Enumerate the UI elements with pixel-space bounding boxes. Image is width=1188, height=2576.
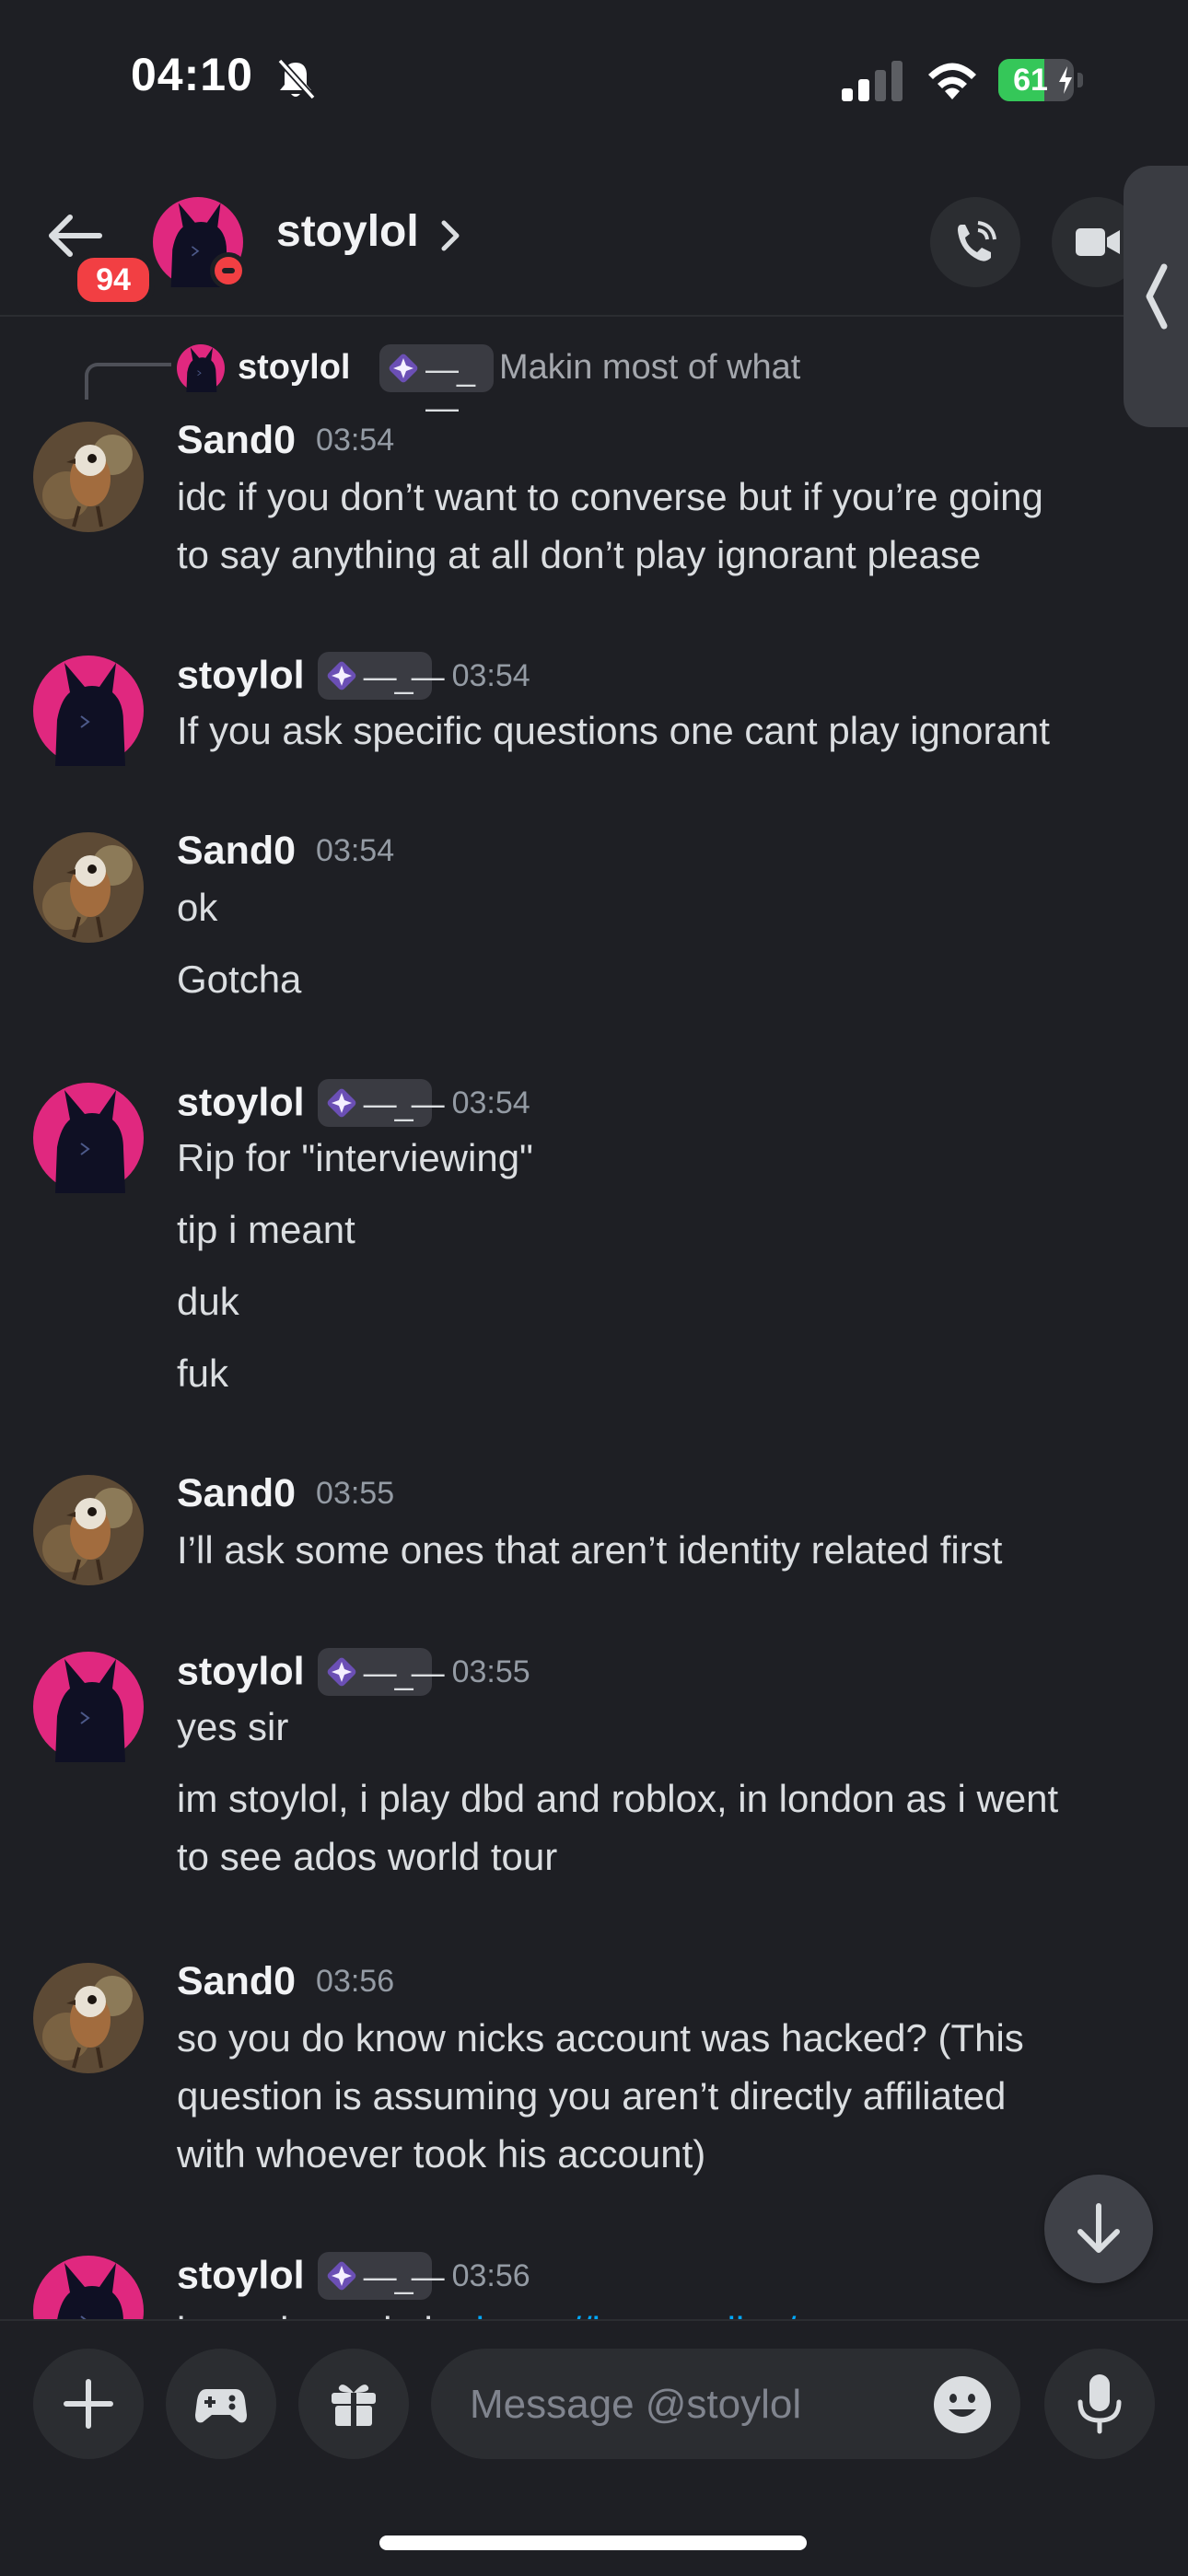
message-header: stoylol —_— 03:55 <box>177 1648 530 1703</box>
message-text: If you ask specific questions one cant p… <box>177 709 1050 752</box>
message-timestamp: 03:56 <box>316 1964 395 1999</box>
chevron-right-icon[interactable] <box>438 217 462 254</box>
voice-message-button[interactable] <box>1044 2349 1155 2459</box>
jump-to-latest-button[interactable] <box>1044 2175 1153 2283</box>
message-text: with whoever took his account) <box>177 2132 706 2176</box>
message-text: so you do know nicks account was hacked?… <box>177 2016 1024 2060</box>
gamepad-icon <box>195 2389 247 2423</box>
message-author[interactable]: stoylol <box>177 654 305 698</box>
message-text: to say anything at all don’t play ignora… <box>177 533 982 576</box>
server-tag[interactable]: —_— <box>317 2252 445 2300</box>
message-text: i use the website https://ircoverylinc/ <box>177 2302 1153 2319</box>
plus-icon <box>64 2379 113 2429</box>
battery-indicator: 61 <box>998 59 1083 101</box>
message-input[interactable]: Message @stoylol <box>431 2349 1020 2459</box>
message-text: idc if you don’t want to converse but if… <box>177 475 1043 518</box>
dnd-status-icon <box>210 252 247 289</box>
sparkle-icon <box>327 1657 356 1687</box>
gift-button[interactable] <box>298 2349 409 2459</box>
phone-call-icon <box>958 221 996 261</box>
message-text: Gotcha <box>177 957 302 1001</box>
message-timestamp: 03:56 <box>451 2257 530 2293</box>
sparkle-icon <box>327 1088 356 1118</box>
reply-connector <box>85 363 171 400</box>
microphone-icon <box>1077 2374 1122 2434</box>
message-timestamp: 03:54 <box>316 833 395 868</box>
sparkle-icon <box>327 2261 356 2291</box>
reply-preview[interactable]: stoylol —_— Makin most of what <box>0 317 1188 426</box>
home-indicator <box>379 2535 807 2550</box>
avatar[interactable] <box>33 2256 144 2319</box>
avatar[interactable] <box>33 1652 144 1762</box>
wifi-icon <box>928 63 976 99</box>
charging-bolt-icon <box>1059 66 1072 94</box>
message-header: stoylol —_— 03:54 <box>177 1079 530 1134</box>
message-list[interactable]: stoylol —_— Makin most of what Sand0 03:5… <box>0 317 1188 2319</box>
arrow-down-icon <box>1077 2203 1120 2253</box>
activities-button[interactable] <box>166 2349 276 2459</box>
message-timestamp: 03:54 <box>451 657 530 693</box>
avatar[interactable] <box>33 656 144 766</box>
avatar[interactable] <box>33 422 144 532</box>
attach-button[interactable] <box>33 2349 144 2459</box>
message-text: im stoylol, i play dbd and roblox, in lo… <box>177 1777 1059 1820</box>
server-tag[interactable]: —_— <box>317 1079 445 1127</box>
message-header: stoylol —_— 03:56 <box>177 2252 530 2307</box>
status-time: 04:10 <box>131 49 253 100</box>
message-text: duk <box>177 1280 239 1323</box>
battery-percent: 61 <box>1013 63 1048 98</box>
message-author[interactable]: Sand0 <box>177 418 296 462</box>
message-timestamp: 03:54 <box>451 1085 530 1120</box>
message-header: Sand0 03:55 <box>177 1471 394 1526</box>
status-bar: 04:10 61 <box>0 0 1188 157</box>
voice-call-button[interactable] <box>930 197 1020 287</box>
message-link[interactable]: https://ircoverylinc/ <box>476 2309 797 2319</box>
message-author[interactable]: Sand0 <box>177 1959 296 2003</box>
avatar[interactable] <box>33 1083 144 1193</box>
message-timestamp: 03:55 <box>316 1476 395 1511</box>
message-author[interactable]: Sand0 <box>177 1471 296 1515</box>
message-author[interactable]: stoylol <box>177 1650 305 1694</box>
bell-muted-icon <box>277 58 316 100</box>
sparkle-icon <box>327 661 356 690</box>
message-text: question is assuming you aren’t directly… <box>177 2074 1007 2118</box>
message-text: I’ll ask some ones that aren’t identity … <box>177 1528 1003 1572</box>
avatar[interactable] <box>33 1963 144 2073</box>
message-text: to see ados world tour <box>177 1835 558 1878</box>
gift-icon <box>332 2385 376 2426</box>
message-text: yes sir <box>177 1705 289 1748</box>
message-input-placeholder: Message @stoylol <box>470 2382 802 2427</box>
message-header: Sand0 03:56 <box>177 1959 394 2014</box>
message-timestamp: 03:55 <box>451 1654 530 1689</box>
message-text: tip i meant <box>177 1208 355 1251</box>
server-tag[interactable]: —_— <box>379 344 494 426</box>
message-author[interactable]: stoylol <box>177 2254 305 2298</box>
message-header: stoylol —_— 03:54 <box>177 652 530 707</box>
cellular-signal-icon <box>842 61 903 101</box>
unread-count-badge: 94 <box>72 252 155 307</box>
sparkle-icon <box>389 354 418 383</box>
message-header: Sand0 03:54 <box>177 418 394 473</box>
avatar[interactable] <box>33 832 144 943</box>
dm-username[interactable]: stoylol <box>276 206 419 257</box>
emoji-icon[interactable] <box>932 2374 993 2435</box>
message-text: fuk <box>177 1352 229 1395</box>
reply-author: stoylol <box>238 348 351 387</box>
message-text: Rip for "interviewing" <box>177 1136 533 1179</box>
message-timestamp: 03:54 <box>316 423 395 458</box>
avatar[interactable] <box>33 1475 144 1585</box>
dm-header: 94 stoylol <box>0 157 1188 317</box>
server-tag[interactable]: —_— <box>317 1648 445 1696</box>
server-tag[interactable]: —_— <box>317 652 445 700</box>
reply-text: Makin most of what <box>499 348 801 387</box>
reply-avatar <box>177 344 225 392</box>
message-author[interactable]: stoylol <box>177 1081 305 1125</box>
message-header: Sand0 03:54 <box>177 829 394 884</box>
message-text: ok <box>177 886 218 929</box>
message-author[interactable]: Sand0 <box>177 829 296 873</box>
